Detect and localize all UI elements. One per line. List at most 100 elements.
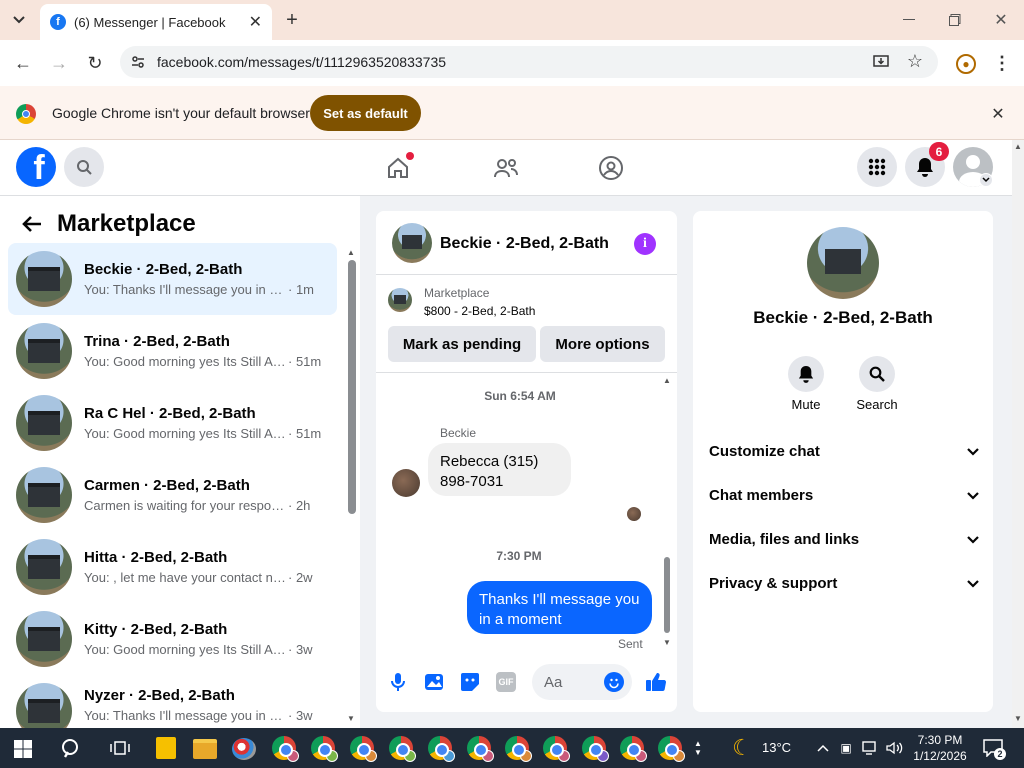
profile-icon[interactable]: ● [956, 54, 976, 74]
conversation-item[interactable]: Kitty · 2-Bed, 2-Bath You: Good morning … [8, 603, 337, 675]
action-center-icon[interactable]: 2 [982, 738, 1006, 760]
search-icon[interactable] [859, 356, 895, 392]
more-options-button[interactable]: More options [540, 326, 665, 362]
chrome-taskbar-icon[interactable] [389, 736, 416, 762]
info-avatar[interactable] [807, 227, 879, 299]
chrome-taskbar-icon[interactable] [620, 736, 647, 762]
taskbar-clock[interactable]: 7:30 PM 1/12/2026 [912, 732, 968, 764]
taskbar-overflow-icon[interactable]: ▲ ▼ [692, 732, 704, 764]
site-settings-icon[interactable] [130, 54, 146, 70]
close-infobar-icon[interactable]: ✕ [988, 104, 1008, 124]
list-scroll-up-icon[interactable]: ▲ [345, 246, 357, 258]
install-app-icon[interactable] [872, 53, 890, 71]
mute-label[interactable]: Mute [776, 397, 836, 412]
chat-title[interactable]: Beckie · 2-Bed, 2-Bath [440, 235, 609, 253]
chrome-taskbar-icon[interactable] [658, 736, 685, 762]
task-view-icon[interactable] [110, 739, 130, 757]
conversation-item[interactable]: Carmen · 2-Bed, 2-Bath Carmen is waiting… [8, 459, 337, 531]
paint-app-icon[interactable] [232, 738, 256, 760]
chrome-taskbar-icon[interactable] [428, 736, 455, 762]
chrome-taskbar-icon[interactable] [505, 736, 532, 762]
account-chevron-down-icon[interactable] [979, 173, 993, 187]
volume-icon[interactable] [886, 740, 904, 756]
photo-icon[interactable] [424, 672, 444, 692]
privacy-support-section[interactable]: Privacy & support [709, 575, 979, 592]
chat-scroll-down-icon[interactable]: ▼ [662, 637, 672, 647]
mark-as-pending-button[interactable]: Mark as pending [388, 326, 536, 362]
browser-tab[interactable]: f (6) Messenger | Facebook ✕ [40, 4, 272, 40]
minimize-icon[interactable] [898, 10, 920, 30]
close-window-icon[interactable]: ✕ [990, 10, 1012, 30]
chrome-taskbar-icon[interactable] [467, 736, 494, 762]
address-bar[interactable]: facebook.com/messages/t/1112963520833735… [120, 46, 938, 78]
chat-scrollbar-thumb[interactable] [664, 557, 670, 633]
friends-icon[interactable] [492, 154, 520, 182]
search-icon[interactable] [64, 147, 104, 187]
conversation-item[interactable]: Ra C Hel · 2-Bed, 2-Bath You: Good morni… [8, 387, 337, 459]
sticker-icon[interactable] [460, 672, 480, 692]
bookmark-star-icon[interactable]: ☆ [906, 51, 924, 71]
media-files-links-section[interactable]: Media, files and links [709, 531, 979, 548]
conversation-item[interactable]: Nyzer · 2-Bed, 2-Bath You: Thanks I'll m… [8, 675, 337, 728]
tab-search-chevron-icon[interactable] [8, 10, 30, 30]
forward-arrow-icon[interactable]: → [48, 52, 70, 74]
facebook-logo-icon[interactable]: f [16, 147, 56, 187]
home-icon[interactable] [384, 152, 414, 182]
menu-grid-icon[interactable] [857, 147, 897, 187]
meet-now-icon[interactable]: ▣ [838, 740, 854, 756]
back-arrow-icon[interactable] [20, 212, 44, 236]
file-explorer-icon[interactable] [193, 739, 217, 759]
back-arrow-icon[interactable]: ← [12, 52, 34, 74]
conversation-time: · 3w [288, 642, 313, 657]
mute-bell-icon[interactable] [788, 356, 824, 392]
restore-icon[interactable] [944, 10, 966, 30]
chevron-down-icon [967, 447, 979, 456]
emoji-icon[interactable] [604, 672, 624, 692]
taskbar-search-icon[interactable] [60, 737, 84, 761]
network-icon[interactable] [862, 740, 880, 756]
page-scrollbar[interactable]: ▲ ▼ [1012, 140, 1024, 728]
set-as-default-button[interactable]: Set as default [310, 95, 421, 131]
listing-description[interactable]: $800 - 2-Bed, 2-Bath [424, 304, 535, 318]
conversation-name: Hitta · 2-Bed, 2-Bath [84, 549, 228, 566]
sticky-notes-icon[interactable] [156, 737, 176, 759]
chrome-taskbar-icon[interactable] [350, 736, 377, 762]
microphone-icon[interactable] [388, 672, 408, 692]
close-tab-icon[interactable]: ✕ [249, 12, 262, 32]
infobar-message: Google Chrome isn't your default browser [52, 105, 310, 121]
outgoing-message-bubble[interactable]: Thanks I'll message you in a moment [467, 581, 652, 634]
sender-avatar[interactable] [392, 469, 420, 497]
reload-icon[interactable]: ↻ [84, 52, 106, 74]
gif-icon[interactable]: GIF [496, 672, 516, 692]
chat-members-section[interactable]: Chat members [709, 487, 979, 504]
incoming-message-bubble[interactable]: Rebecca (315) 898-7031 [428, 443, 571, 496]
chrome-menu-icon[interactable]: ⋮ [992, 52, 1012, 74]
customize-chat-section[interactable]: Customize chat [709, 443, 979, 460]
show-hidden-icons-icon[interactable] [815, 740, 831, 756]
windows-start-icon[interactable] [14, 740, 32, 758]
new-tab-plus-icon[interactable]: + [282, 9, 302, 31]
weather-moon-icon[interactable]: ☾ [730, 735, 754, 760]
groups-icon[interactable] [597, 154, 625, 182]
message-input[interactable]: Aa [532, 664, 632, 700]
list-scrollbar-thumb[interactable] [348, 260, 356, 514]
notification-badge: 6 [929, 142, 949, 161]
conversation-item[interactable]: Hitta · 2-Bed, 2-Bath You: , let me have… [8, 531, 337, 603]
listing-thumbnail [16, 467, 72, 523]
chrome-taskbar-icon[interactable] [272, 736, 299, 762]
info-icon[interactable]: i [634, 233, 656, 255]
search-label[interactable]: Search [847, 397, 907, 412]
page-scroll-up-icon[interactable]: ▲ [1013, 140, 1023, 152]
chrome-taskbar-icon[interactable] [311, 736, 338, 762]
thumbs-up-icon[interactable] [644, 671, 668, 693]
list-scroll-down-icon[interactable]: ▼ [345, 712, 357, 724]
page-scroll-down-icon[interactable]: ▼ [1013, 712, 1023, 724]
conversation-item[interactable]: Beckie · 2-Bed, 2-Bath You: Thanks I'll … [8, 243, 337, 315]
weather-temperature[interactable]: 13°C [762, 740, 791, 755]
chat-avatar[interactable] [392, 223, 432, 263]
info-title: Beckie · 2-Bed, 2-Bath [753, 308, 933, 327]
chat-scroll-up-icon[interactable]: ▲ [662, 375, 672, 385]
chrome-taskbar-icon[interactable] [543, 736, 570, 762]
chrome-taskbar-icon[interactable] [582, 736, 609, 762]
conversation-item[interactable]: Trina · 2-Bed, 2-Bath You: Good morning … [8, 315, 337, 387]
